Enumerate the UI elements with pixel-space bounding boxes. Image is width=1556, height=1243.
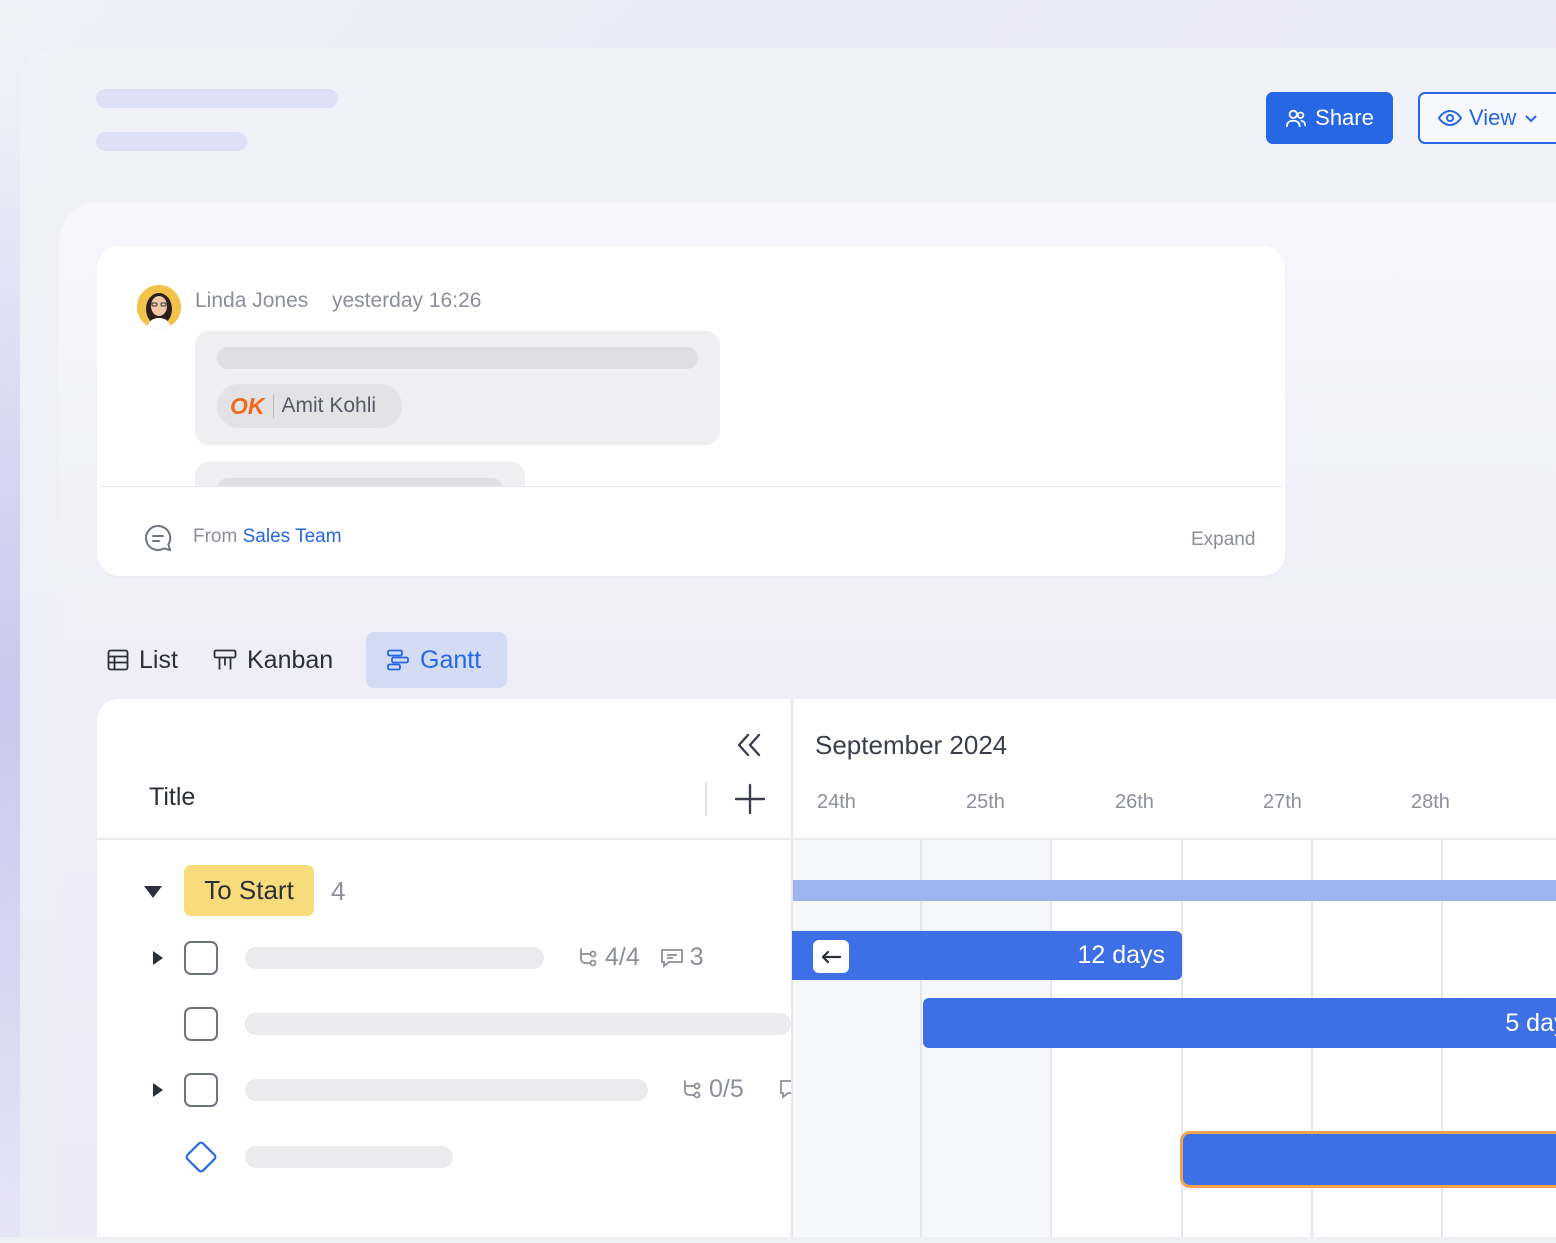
expand-button[interactable]: Expand [1191, 529, 1255, 551]
title-placeholder [96, 89, 338, 108]
tab-kanban-label: Kanban [247, 645, 334, 674]
avatar[interactable] [137, 285, 181, 329]
task-title-placeholder[interactable] [245, 1146, 453, 1168]
share-label: Share [1315, 105, 1374, 130]
table-icon [107, 649, 129, 671]
task-meta: 4/4 3 [577, 943, 704, 972]
bottom-edge [0, 1237, 1556, 1243]
subtask-count: 4/4 [605, 943, 640, 971]
day-label: 26th [1115, 791, 1154, 813]
tab-kanban[interactable]: Kanban [213, 632, 333, 688]
from-label: From Sales Team [193, 526, 342, 548]
tab-gantt[interactable]: Gantt [366, 632, 507, 688]
group-badge[interactable]: To Start [184, 865, 314, 916]
header-divider [97, 838, 1556, 840]
day-label: 28th [1411, 791, 1450, 813]
task-title-placeholder[interactable] [245, 1013, 791, 1035]
task-bar-clip: 5 days [923, 998, 1556, 1048]
mention-separator [272, 394, 274, 418]
task-meta: 0/5 [681, 1075, 744, 1104]
subtask-icon [580, 947, 597, 966]
users-icon [1286, 109, 1307, 128]
collapse-icon[interactable] [734, 731, 766, 759]
comment-text-placeholder [217, 347, 698, 369]
caret-right-icon[interactable] [152, 950, 164, 966]
task-title-placeholder[interactable] [245, 947, 544, 969]
from-team-link[interactable]: Sales Team [243, 526, 342, 547]
task-checkbox[interactable] [184, 1007, 218, 1041]
card-fade [97, 486, 1285, 508]
task-bar[interactable]: 5 days [923, 998, 1556, 1048]
day-label: 27th [1263, 791, 1302, 813]
milestone-icon[interactable] [183, 1139, 219, 1175]
month-label: September 2024 [815, 730, 1008, 760]
mention-chip[interactable]: OK Amit Kohli [217, 384, 402, 428]
day-label: 25th [966, 791, 1005, 813]
eye-icon [1438, 109, 1462, 127]
chat-icon [145, 524, 172, 552]
task-bar-label: 12 days [1077, 941, 1165, 969]
caret-down-icon[interactable] [143, 884, 163, 900]
subtask-count: 0/5 [709, 1075, 744, 1103]
card-divider [100, 486, 1282, 487]
chevron-down-icon [1525, 115, 1538, 123]
day-label: 24th [817, 791, 856, 813]
gantt-icon [387, 649, 409, 671]
group-summary-bar[interactable] [793, 880, 1556, 901]
task-bar-label: 5 days [1505, 1008, 1556, 1037]
tab-list-label: List [139, 645, 178, 674]
comment-time: yesterday 16:26 [332, 289, 482, 312]
share-button[interactable]: Share [1266, 92, 1393, 144]
view-label: View [1469, 105, 1517, 130]
plus-icon[interactable] [733, 782, 767, 816]
task-checkbox[interactable] [184, 941, 218, 975]
subtask-icon [684, 1079, 701, 1098]
column-separator [705, 782, 707, 816]
from-prefix: From [193, 526, 238, 547]
ok-logo: OK [230, 392, 265, 419]
task-title-placeholder[interactable] [245, 1079, 648, 1101]
tab-list[interactable]: List [107, 632, 178, 688]
group-count: 4 [331, 876, 346, 906]
comment-author[interactable]: Linda Jones [195, 289, 308, 313]
milestone-bar-clip [1178, 1129, 1556, 1190]
task-bar[interactable]: 12 days [792, 931, 1182, 980]
scroll-to-start-button[interactable] [813, 940, 849, 973]
comment-count: 3 [689, 943, 704, 971]
mention-name: Amit Kohli [281, 394, 377, 417]
task-checkbox[interactable] [184, 1073, 218, 1107]
title-column-header[interactable]: Title [149, 783, 195, 812]
tab-gantt-label: Gantt [420, 645, 482, 674]
comment-icon [660, 948, 683, 968]
arrow-left-icon [821, 950, 842, 963]
comment-icon-clipped [779, 1078, 791, 1102]
subtitle-placeholder [96, 132, 247, 151]
selected-task-bar[interactable] [1180, 1131, 1556, 1188]
view-button[interactable]: View [1418, 92, 1556, 144]
kanban-icon [213, 649, 237, 670]
caret-right-icon[interactable] [152, 1082, 164, 1098]
